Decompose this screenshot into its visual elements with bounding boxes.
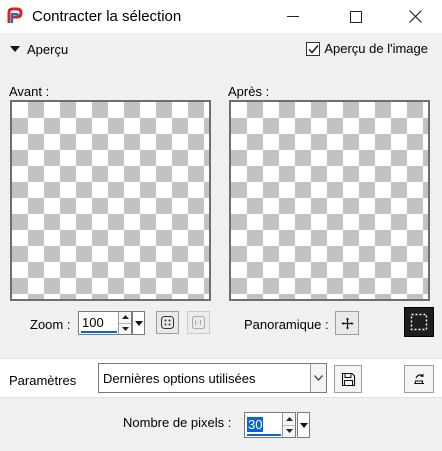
- pixels-input[interactable]: 30: [244, 412, 296, 438]
- triangle-up-icon: [285, 416, 293, 421]
- minimize-button[interactable]: [270, 0, 316, 33]
- triangle-down-icon: [134, 320, 143, 326]
- zoom-label: Zoom :: [30, 317, 71, 332]
- presets-dropdown-button[interactable]: [310, 364, 326, 392]
- reset-icon: [414, 373, 424, 385]
- preview-row: Aperçu Aperçu de l'image: [0, 37, 442, 63]
- zoom-up-button[interactable]: [119, 312, 131, 324]
- pixels-up-button[interactable]: [283, 413, 295, 426]
- title-bar: Contracter la sélection: [0, 0, 442, 33]
- after-label: Après :: [228, 84, 270, 99]
- zoom-value: 100: [82, 315, 104, 330]
- show-image-checkbox[interactable]: Aperçu de l'image: [306, 41, 428, 56]
- preview-toggle[interactable]: Aperçu: [10, 42, 68, 57]
- minimize-icon: [287, 15, 299, 17]
- zoom-fit-icon: [161, 316, 174, 329]
- close-icon: [408, 10, 422, 23]
- before-preview[interactable]: [10, 100, 211, 301]
- zoom-value-underline: [81, 331, 117, 333]
- pan-button[interactable]: [335, 311, 359, 335]
- pixels-value-underline: [247, 434, 281, 436]
- zoom-input[interactable]: 100: [78, 311, 132, 335]
- pixels-spinner[interactable]: [282, 413, 295, 437]
- triangle-up-icon: [121, 315, 129, 320]
- pan-label: Panoramique :: [244, 317, 329, 332]
- reset-button[interactable]: [404, 365, 434, 393]
- zoom-actual-size-icon: [192, 316, 205, 329]
- checkmark-icon: [308, 44, 319, 54]
- save-preset-button[interactable]: [334, 365, 362, 393]
- presets-selected-value: Dernières options utilisées: [103, 371, 256, 386]
- triangle-down-icon: [121, 326, 129, 331]
- show-image-label: Aperçu de l'image: [324, 41, 428, 56]
- selection-marquee-icon: [410, 313, 428, 331]
- presets-label: Paramètres: [9, 373, 77, 388]
- selection-marquee-button[interactable]: [404, 307, 434, 337]
- close-button[interactable]: [392, 0, 438, 33]
- zoom-actual-size-button[interactable]: [187, 311, 210, 334]
- triangle-down-icon: [285, 429, 293, 434]
- zoom-spinner[interactable]: [118, 312, 131, 334]
- zoom-down-button[interactable]: [119, 323, 131, 334]
- presets-bar: Paramètres Dernières options utilisées: [0, 358, 442, 398]
- maximize-button[interactable]: [333, 0, 379, 33]
- zoom-dropdown-button[interactable]: [132, 311, 145, 335]
- pixels-label: Nombre de pixels :: [123, 415, 232, 430]
- zoom-fit-button[interactable]: [156, 311, 179, 334]
- pixels-down-button[interactable]: [283, 425, 295, 437]
- pixels-dropdown-button[interactable]: [297, 412, 310, 438]
- window-title: Contracter la sélection: [32, 8, 182, 25]
- triangle-down-icon: [299, 422, 308, 428]
- move-icon: [341, 317, 353, 329]
- checkbox-box[interactable]: [306, 41, 321, 56]
- after-preview[interactable]: [229, 100, 430, 301]
- presets-select[interactable]: Dernières options utilisées: [98, 363, 327, 393]
- pixels-value: 30: [247, 417, 264, 432]
- preview-toggle-label: Aperçu: [27, 42, 69, 57]
- triangle-down-icon: [10, 46, 20, 52]
- save-icon: [341, 372, 355, 386]
- paintshop-pro-icon: [7, 7, 23, 23]
- before-label: Avant :: [9, 84, 50, 99]
- maximize-icon: [350, 10, 362, 23]
- chevron-down-icon: [314, 375, 323, 381]
